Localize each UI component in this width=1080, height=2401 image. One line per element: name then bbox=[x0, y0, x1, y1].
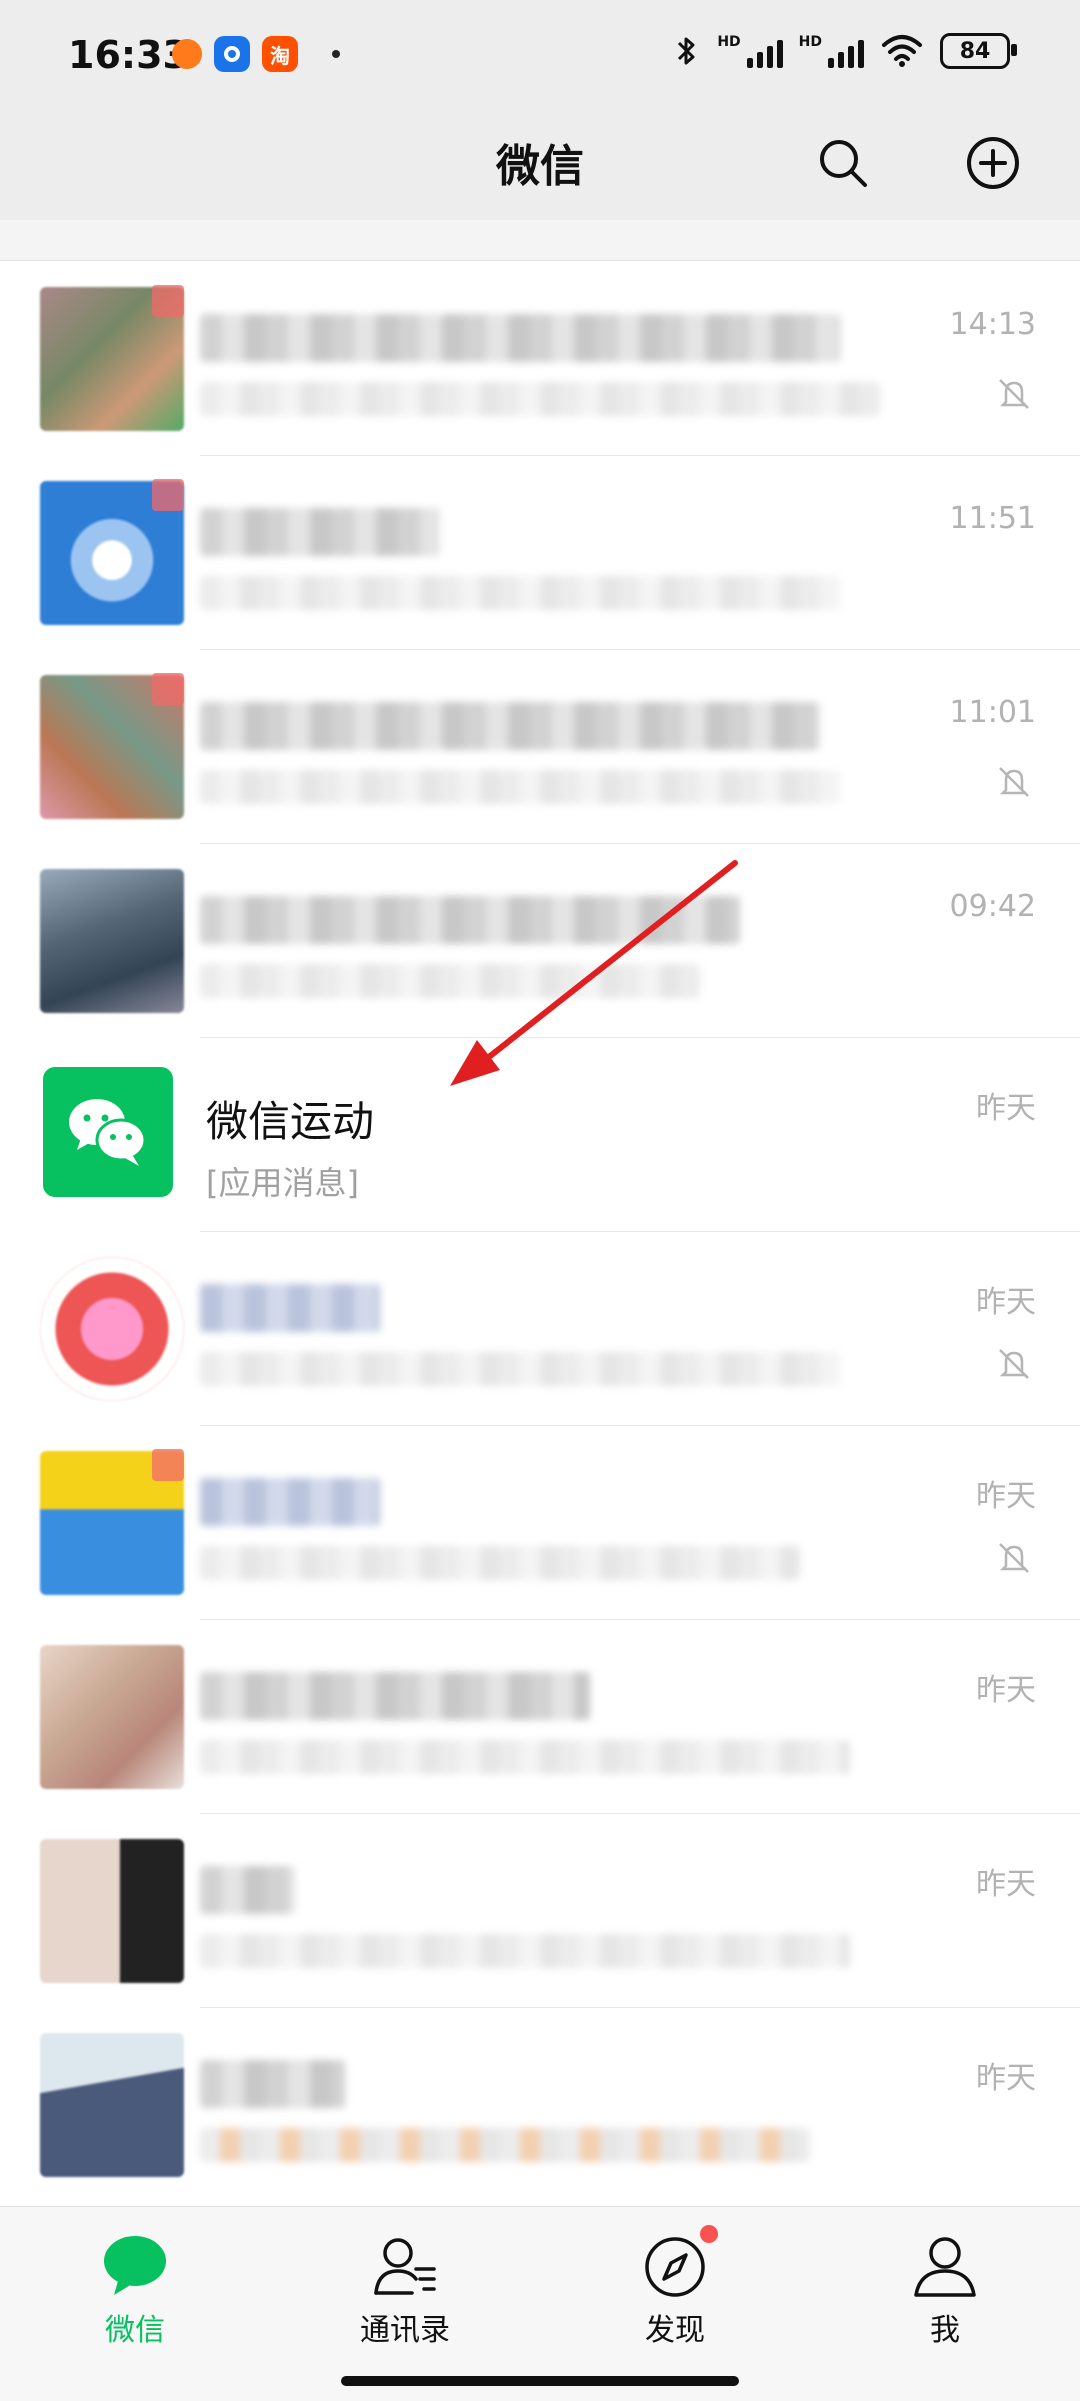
orange-app-icon bbox=[172, 39, 202, 69]
wechat-logo-icon bbox=[69, 1099, 147, 1166]
chat-time: 昨天 bbox=[976, 1091, 1036, 1126]
discover-badge-dot bbox=[700, 2225, 718, 2243]
chat-name-blurred bbox=[200, 508, 440, 556]
wechat-sports-avatar bbox=[43, 1067, 173, 1197]
tab-me[interactable]: 我 bbox=[865, 2231, 1025, 2361]
chat-row[interactable]: 昨天 bbox=[0, 1232, 1080, 1426]
chat-row[interactable]: 昨天 bbox=[0, 1426, 1080, 1620]
tab-contacts[interactable]: 通讯录 bbox=[325, 2231, 485, 2361]
mute-bell-icon bbox=[999, 1543, 1029, 1573]
bluetooth-icon bbox=[678, 37, 695, 65]
chat-time: 昨天 bbox=[976, 1479, 1036, 1514]
chat-row[interactable]: 11:01 bbox=[0, 650, 1080, 844]
tab-label: 发现 bbox=[645, 2313, 705, 2348]
chat-row[interactable]: 昨天 bbox=[0, 2008, 1080, 2202]
chat-row[interactable]: 昨天 bbox=[0, 1814, 1080, 2008]
chat-name-blurred bbox=[200, 2060, 345, 2108]
mute-bell-icon bbox=[999, 379, 1029, 409]
chat-name: 微信运动 bbox=[206, 1097, 375, 1146]
avatar bbox=[40, 1839, 184, 1983]
unread-badge bbox=[152, 285, 184, 317]
chat-bubble-icon bbox=[104, 2236, 166, 2295]
app-header: 微信 bbox=[0, 110, 1080, 220]
chat-time: 昨天 bbox=[976, 2061, 1036, 2096]
blue-app-icon bbox=[214, 36, 250, 72]
unread-badge bbox=[152, 1449, 184, 1481]
chat-row-wechat-sports[interactable]: 微信运动 [应用消息] 昨天 bbox=[0, 1038, 1080, 1232]
tab-discover[interactable]: 发现 bbox=[595, 2225, 755, 2361]
chat-time: 11:51 bbox=[949, 501, 1036, 536]
chat-row[interactable]: 09:42 bbox=[0, 844, 1080, 1038]
chat-preview-blurred bbox=[200, 1352, 840, 1386]
chat-preview: [应用消息] bbox=[206, 1164, 359, 1202]
tab-label: 我 bbox=[930, 2313, 960, 2348]
home-indicator[interactable] bbox=[341, 2376, 739, 2386]
chat-time: 11:01 bbox=[949, 695, 1036, 730]
tab-label: 通讯录 bbox=[360, 2313, 450, 2348]
chat-name-blurred bbox=[200, 314, 840, 362]
person-icon bbox=[914, 2237, 976, 2297]
chat-row[interactable]: 昨天 bbox=[0, 1620, 1080, 1814]
chat-preview-blurred bbox=[200, 382, 880, 416]
chat-preview-blurred bbox=[200, 576, 840, 610]
chat-preview-blurred bbox=[200, 1546, 800, 1580]
tab-wechat[interactable]: 微信 bbox=[55, 2231, 215, 2361]
plus-circle-icon bbox=[967, 137, 1019, 189]
bottom-tab-bar: 微信 通讯录 发现 我 bbox=[0, 2206, 1080, 2401]
avatar bbox=[40, 869, 184, 1013]
chat-name-blurred bbox=[200, 1478, 380, 1526]
avatar bbox=[40, 1645, 184, 1789]
chat-row[interactable]: 14:13 bbox=[0, 262, 1080, 456]
signal-2-icon: HD bbox=[799, 34, 864, 68]
search-spacer bbox=[0, 220, 1080, 261]
search-button[interactable] bbox=[814, 134, 872, 192]
chat-name-blurred bbox=[200, 1866, 295, 1914]
unread-badge bbox=[152, 673, 184, 705]
avatar bbox=[40, 1257, 184, 1401]
compass-icon bbox=[645, 2237, 705, 2297]
chat-name-blurred bbox=[200, 1672, 590, 1720]
chat-preview-blurred bbox=[200, 1934, 850, 1968]
chat-name-blurred bbox=[200, 702, 820, 750]
chat-time: 昨天 bbox=[976, 1867, 1036, 1902]
chat-preview-blurred bbox=[200, 2128, 810, 2162]
mute-bell-icon bbox=[999, 1349, 1029, 1379]
unread-badge bbox=[152, 479, 184, 511]
chat-time: 昨天 bbox=[976, 1673, 1036, 1708]
chat-time: 昨天 bbox=[976, 1285, 1036, 1320]
avatar bbox=[40, 2033, 184, 2177]
status-bar: 16:33 淘 HD HD 84 bbox=[0, 0, 1080, 110]
taobao-app-icon: 淘 bbox=[262, 36, 298, 72]
signal-1-icon: HD bbox=[717, 34, 783, 68]
status-app-icons: 淘 bbox=[172, 36, 340, 72]
notification-dot bbox=[332, 50, 340, 58]
chat-list[interactable]: 14:13 11:51 11:01 09:42 微信运动 [应用消息] 昨天 昨… bbox=[0, 262, 1080, 2202]
contacts-icon bbox=[374, 2238, 436, 2295]
battery-icon: 84 bbox=[940, 33, 1017, 69]
chat-preview-blurred bbox=[200, 770, 840, 804]
status-indicators: HD HD 84 bbox=[673, 33, 1017, 69]
page-title: 微信 bbox=[496, 141, 584, 192]
chat-name-blurred bbox=[200, 896, 740, 944]
add-button[interactable] bbox=[964, 134, 1022, 192]
search-icon bbox=[820, 140, 867, 187]
tab-label: 微信 bbox=[105, 2313, 165, 2348]
chat-preview-blurred bbox=[200, 1740, 850, 1774]
chat-preview-blurred bbox=[200, 964, 700, 998]
status-time: 16:33 bbox=[68, 33, 189, 77]
wifi-icon bbox=[882, 35, 922, 67]
chat-time: 14:13 bbox=[949, 307, 1036, 342]
mute-bell-icon bbox=[999, 767, 1029, 797]
chat-name-blurred bbox=[200, 1284, 380, 1332]
chat-row[interactable]: 11:51 bbox=[0, 456, 1080, 650]
chat-time: 09:42 bbox=[949, 889, 1036, 924]
